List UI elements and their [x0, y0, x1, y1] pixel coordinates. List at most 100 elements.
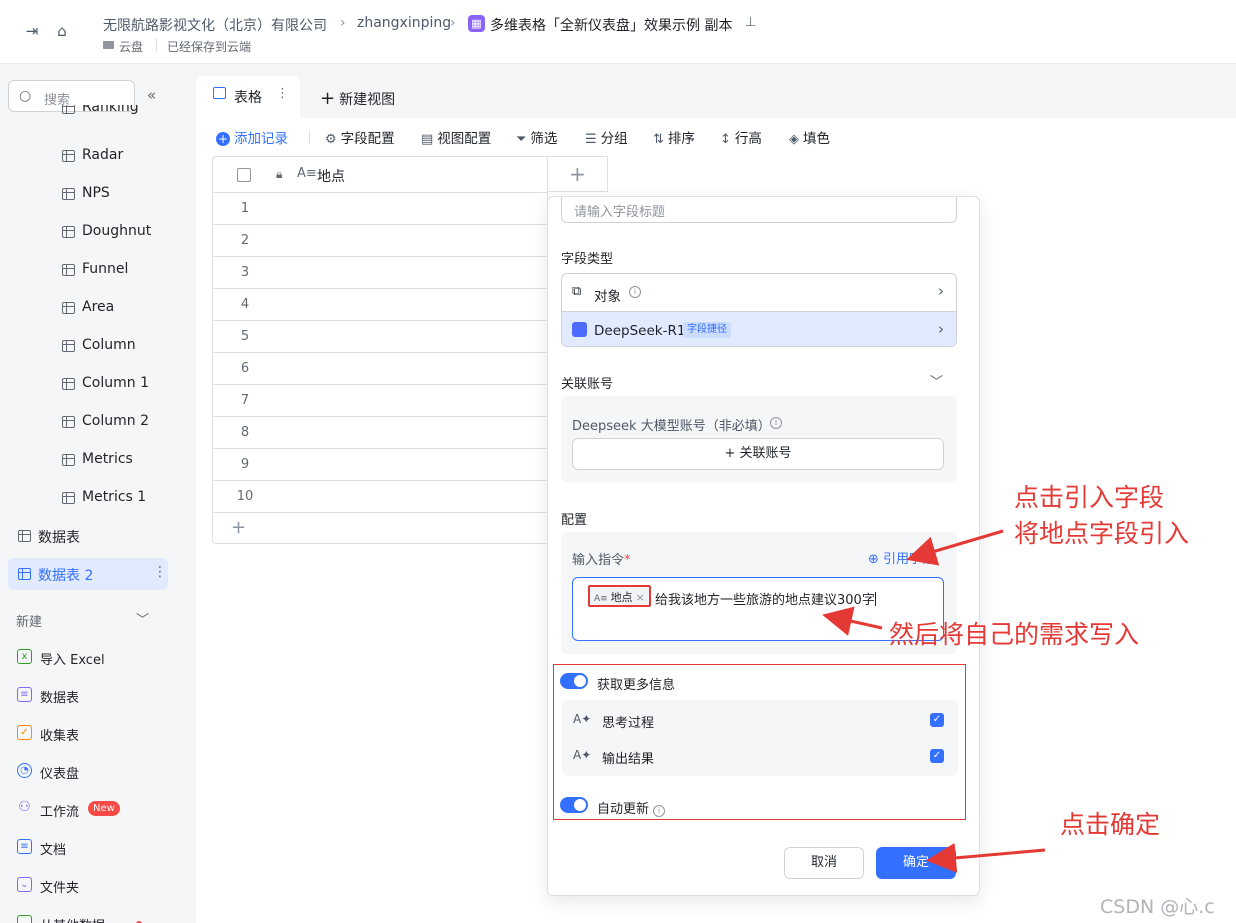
think-process-label: 思考过程	[602, 716, 655, 731]
close-icon[interactable]: ×	[636, 591, 645, 604]
new-folder-item[interactable]: ⌄ 文件夹	[0, 869, 180, 901]
row-number: 6	[240, 361, 250, 376]
folder-icon: ⌄	[17, 877, 32, 892]
home-icon[interactable]: ⌂	[53, 22, 71, 40]
table-row[interactable]: 1	[213, 193, 547, 225]
field-title-input[interactable]: 请输入字段标题	[561, 197, 957, 223]
sidebar-item-funnel[interactable]: Funnel	[0, 254, 180, 286]
chevron-down-icon[interactable]: ﹀	[930, 371, 943, 390]
row-number: 7	[240, 393, 250, 408]
confirm-button[interactable]: 确定	[876, 847, 956, 879]
workflow-icon: ⚇	[18, 799, 31, 815]
fill-color-button[interactable]: ◈ 填色	[789, 127, 830, 147]
row-height-button[interactable]: ↕ 行高	[720, 127, 762, 147]
sidebar-item-table-1[interactable]: 数据表	[0, 520, 180, 552]
output-options: A✦ 思考过程 ✓ A✦ 输出结果 ✓	[562, 700, 958, 776]
table-row[interactable]: 2	[213, 225, 547, 257]
sort-button[interactable]: ⇅ 排序	[653, 127, 695, 147]
sidebar-item-label: 数据表	[38, 530, 80, 546]
excel-icon: x	[17, 649, 32, 664]
add-record-button[interactable]: + 添加记录	[216, 127, 288, 147]
group-button[interactable]: ☰ 分组	[585, 127, 628, 147]
menu-toggle-icon[interactable]: ⇥	[23, 22, 41, 40]
cancel-button[interactable]: 取消	[784, 847, 864, 879]
field-config-button[interactable]: ⚙ 字段配置	[325, 127, 395, 147]
field-reference-chip[interactable]: A≡ 地点 ×	[588, 585, 651, 607]
add-row-icon[interactable]: +	[231, 517, 246, 538]
grid-icon	[62, 188, 75, 200]
new-item-label: 文件夹	[40, 881, 80, 896]
table-row[interactable]: 4	[213, 289, 547, 321]
output-result-checkbox[interactable]: ✓	[930, 749, 944, 763]
link-account-button[interactable]: + 关联账号	[572, 438, 944, 470]
think-process-checkbox[interactable]: ✓	[930, 713, 944, 727]
import-excel-item[interactable]: x 导入 Excel	[0, 641, 180, 673]
new-form-item[interactable]: ✓ 收集表	[0, 717, 180, 749]
new-workflow-item[interactable]: ⚇ 工作流 New	[0, 793, 180, 825]
import-other-item[interactable]: 从其他数据…	[0, 907, 180, 923]
view-config-button[interactable]: ▤ 视图配置	[421, 127, 491, 147]
reference-field-label: 引用字段	[883, 552, 936, 567]
more-icon[interactable]: ⋮	[276, 86, 289, 101]
info-icon[interactable]: i	[629, 286, 641, 298]
think-process-option[interactable]: A✦ 思考过程 ✓	[562, 702, 958, 738]
doc-icon: ≡	[17, 839, 32, 854]
new-item-label: 从其他数据…	[40, 915, 118, 923]
reference-field-button[interactable]: ⊕ 引用字段	[868, 548, 935, 567]
more-info-toggle[interactable]	[560, 673, 588, 689]
table-row[interactable]: 8	[213, 417, 547, 449]
import-icon	[17, 915, 32, 923]
sidebar-item-column[interactable]: Column	[0, 330, 180, 362]
row-number: 4	[240, 297, 250, 312]
new-view-button[interactable]: + 新建视图	[320, 88, 395, 109]
info-icon[interactable]: i	[770, 417, 782, 429]
annotation-ref-field-line2: 将地点字段引入	[1014, 519, 1190, 548]
new-dashboard-item[interactable]: ◔ 仪表盘	[0, 755, 180, 787]
row-number: 8	[240, 425, 250, 440]
grid-icon	[62, 264, 75, 276]
grid-icon	[213, 87, 226, 99]
select-all-checkbox[interactable]	[237, 168, 251, 182]
sidebar-item-table-2[interactable]: 数据表 2 ⋮	[8, 558, 168, 590]
sidebar-item-radar[interactable]: Radar	[0, 140, 180, 172]
add-column-button[interactable]: +	[548, 156, 608, 192]
collapse-sidebar-icon[interactable]: «	[147, 86, 156, 104]
location-label[interactable]: 云盘	[119, 38, 143, 55]
page-title[interactable]: 多维表格「全新仪表盘」效果示例 副本	[490, 15, 732, 35]
breadcrumb-user[interactable]: zhangxinping	[357, 15, 451, 31]
sidebar-item-metrics-1[interactable]: Metrics 1	[0, 482, 180, 514]
group-icon: ☰	[585, 132, 597, 147]
pin-icon[interactable]: ⊥	[745, 15, 756, 30]
field-type-deepseek[interactable]: DeepSeek-R1 字段捷径 ›	[562, 311, 956, 346]
table-row[interactable]: 6	[213, 353, 547, 385]
sidebar-item-doughnut[interactable]: Doughnut	[0, 216, 180, 248]
auto-update-toggle[interactable]	[560, 797, 588, 813]
field-type-object[interactable]: ⧉ 对象 i ›	[562, 274, 956, 310]
sidebar-item-nps[interactable]: NPS	[0, 178, 180, 210]
fill-color-label: 填色	[803, 131, 830, 147]
table-row[interactable]: 7	[213, 385, 547, 417]
filter-button[interactable]: ⏷ 筛选	[516, 127, 557, 147]
new-doc-item[interactable]: ≡ 文档	[0, 831, 180, 863]
tab-grid-view[interactable]: 表格 ⋮	[196, 76, 300, 118]
sidebar-item-ranking[interactable]: Ranking	[0, 105, 180, 125]
account-name-label: Deepseek 大模型账号（非必填）	[572, 419, 771, 434]
info-icon[interactable]: i	[653, 805, 666, 817]
table-row[interactable]: 10	[213, 481, 547, 513]
table-row[interactable]: 9	[213, 449, 547, 481]
breadcrumb-company[interactable]: 无限航路影视文化（北京）有限公司	[103, 15, 327, 35]
field-header-name[interactable]: 地点	[317, 166, 345, 186]
sidebar-item-column-1[interactable]: Column 1	[0, 368, 180, 400]
more-icon[interactable]: ⋮	[153, 564, 167, 580]
output-result-option[interactable]: A✦ 输出结果 ✓	[562, 738, 958, 774]
chevron-down-icon[interactable]: ﹀	[136, 609, 149, 628]
divider	[309, 130, 310, 144]
new-table-item[interactable]: ≡ 数据表	[0, 679, 180, 711]
new-item-label: 工作流	[40, 805, 80, 820]
divider	[156, 38, 157, 52]
table-row[interactable]: 3	[213, 257, 547, 289]
sidebar-item-metrics[interactable]: Metrics	[0, 444, 180, 476]
table-row[interactable]: 5	[213, 321, 547, 353]
sidebar-item-area[interactable]: Area	[0, 292, 180, 324]
sidebar-item-column-2[interactable]: Column 2	[0, 406, 180, 438]
